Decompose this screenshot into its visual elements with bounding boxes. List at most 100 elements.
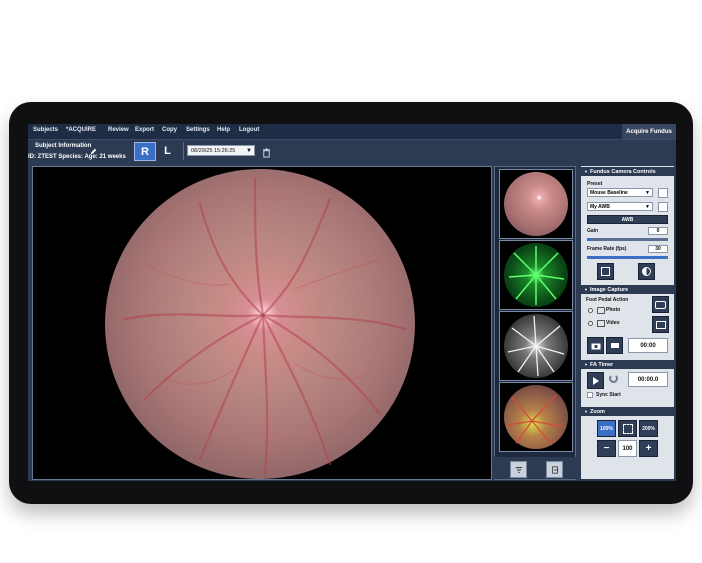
left-eye-button[interactable]: L — [159, 142, 176, 159]
crop-button[interactable] — [597, 263, 614, 280]
sync-start-label: Sync Start — [596, 392, 621, 398]
fit-screen-icon — [622, 423, 633, 434]
video-radio[interactable] — [588, 321, 593, 326]
menu-help[interactable]: Help — [217, 127, 230, 133]
subject-info-title: Subject Information — [35, 143, 92, 149]
zoom-in-button[interactable]: + — [639, 440, 658, 457]
thumbnail-image — [504, 385, 568, 449]
section-camera-controls[interactable]: ▼ Fundus Camera Controls — [581, 167, 674, 176]
video-icon — [610, 343, 619, 348]
thumbnail-color-fundus[interactable] — [499, 169, 573, 239]
session-date-select[interactable]: 08/29/25 15:26:25 ▼ — [187, 145, 255, 156]
thumbnail-image — [504, 243, 568, 307]
capture-photo-mode-button[interactable] — [652, 296, 669, 313]
menu-export[interactable]: Export — [135, 127, 154, 133]
white-balance-value: My AWB — [590, 203, 610, 210]
section-fa-timer-title: FA Timer — [589, 361, 614, 368]
chevron-down-icon: ▼ — [246, 148, 252, 154]
chevron-down-icon: ▼ — [584, 169, 588, 174]
link-icon[interactable] — [658, 202, 668, 212]
awb-button[interactable]: AWB — [587, 215, 668, 224]
thumbnail-image — [504, 314, 568, 378]
gain-slider-fill — [587, 238, 592, 241]
take-photo-button[interactable] — [587, 337, 604, 354]
refresh-icon[interactable] — [609, 374, 618, 383]
zoom-value[interactable]: 100 — [618, 440, 637, 457]
menu-copy[interactable]: Copy — [162, 127, 177, 133]
gain-value-box[interactable]: 0 — [648, 227, 668, 235]
zoom-100-button[interactable]: 100% — [597, 420, 616, 437]
framerate-slider-fill — [587, 256, 667, 259]
mode-tab-acquire-fundus[interactable]: Acquire Fundus — [622, 124, 676, 139]
fa-timer-display: 00:00.0 — [628, 372, 668, 387]
right-eye-button[interactable]: R — [134, 142, 156, 161]
control-panel: ▼ Fundus Camera Controls Preset Mouse Ba… — [581, 166, 674, 479]
section-image-capture-title: Image Capture — [589, 286, 629, 293]
thumbnail-red-free[interactable] — [499, 311, 573, 381]
photo-label: Photo — [606, 307, 621, 313]
camera-icon — [597, 307, 605, 314]
section-camera-controls-title: Fundus Camera Controls — [589, 168, 656, 175]
menu-bar: Subjects *ACQUIRE Review Export Copy Set… — [28, 124, 676, 140]
chevron-down-icon: ▼ — [645, 204, 650, 210]
menu-subjects[interactable]: Subjects — [33, 127, 58, 133]
export-icon[interactable] — [546, 461, 563, 478]
preset-label: Preset — [587, 181, 603, 187]
capture-timer: 00:00 — [628, 338, 668, 353]
chevron-down-icon: ▼ — [645, 190, 650, 196]
subject-id-line: ID: ZTEST Species: Age: 21 weeks — [28, 154, 126, 160]
fit-screen-button[interactable] — [618, 420, 637, 437]
foot-pedal-label: Foot Pedal Action — [586, 297, 629, 303]
thumbnail-toolbar — [494, 457, 576, 479]
zoom-out-button[interactable]: − — [597, 440, 616, 457]
thumbnail-image — [504, 172, 568, 236]
chevron-down-icon: ▼ — [584, 409, 588, 414]
video-icon — [655, 320, 666, 329]
filter-icon[interactable] — [510, 461, 527, 478]
camera-icon — [591, 343, 600, 349]
thumbnail-strip — [494, 166, 576, 480]
preset-select[interactable]: Mouse Baseline ▼ — [587, 188, 653, 197]
crop-icon — [601, 267, 610, 276]
contrast-button[interactable] — [638, 263, 655, 280]
thumbnail-fluorescein[interactable] — [499, 240, 573, 310]
preset-value: Mouse Baseline — [590, 189, 628, 196]
camera-icon — [655, 300, 666, 309]
fa-vessels — [508, 246, 565, 305]
divider — [183, 142, 184, 160]
menu-logout[interactable]: Logout — [239, 127, 259, 133]
redfree-vessels — [507, 315, 565, 377]
section-image-capture[interactable]: ▼ Image Capture — [581, 285, 674, 294]
menu-acquire[interactable]: *ACQUIRE — [66, 127, 96, 133]
composite-vessels — [507, 394, 565, 446]
save-preset-icon[interactable] — [658, 188, 668, 198]
white-balance-select[interactable]: My AWB ▼ — [587, 202, 653, 211]
section-zoom[interactable]: ▼ Zoom — [581, 407, 674, 416]
gain-label: Gain — [587, 228, 599, 234]
trash-icon[interactable] — [262, 145, 271, 163]
menu-settings[interactable]: Settings — [186, 127, 210, 133]
chevron-down-icon: ▼ — [584, 287, 588, 292]
retinal-vessels-overlay — [123, 177, 407, 476]
zoom-200-button[interactable]: 200% — [639, 420, 658, 437]
fundus-image — [105, 169, 415, 479]
record-video-button[interactable] — [606, 337, 623, 354]
framerate-value-box[interactable]: 30 — [648, 245, 668, 253]
subject-info-bar: Subject Information ID: ZTEST Species: A… — [28, 140, 676, 163]
video-icon — [597, 320, 605, 327]
thumbnail-composite[interactable] — [499, 382, 573, 452]
play-button[interactable] — [587, 372, 604, 389]
video-label: Video — [606, 320, 620, 326]
menu-review[interactable]: Review — [108, 127, 129, 133]
capture-video-mode-button[interactable] — [652, 316, 669, 333]
section-fa-timer[interactable]: ▼ FA Timer — [581, 360, 674, 369]
fundus-live-view[interactable] — [32, 166, 492, 480]
sync-start-checkbox[interactable] — [587, 392, 593, 398]
framerate-slider[interactable] — [587, 256, 668, 259]
contrast-icon — [642, 267, 651, 276]
section-zoom-title: Zoom — [589, 408, 605, 415]
session-date-value: 08/29/25 15:26:25 — [191, 147, 236, 154]
play-icon — [592, 376, 599, 385]
gain-slider[interactable] — [587, 238, 668, 241]
photo-radio[interactable] — [588, 308, 593, 313]
